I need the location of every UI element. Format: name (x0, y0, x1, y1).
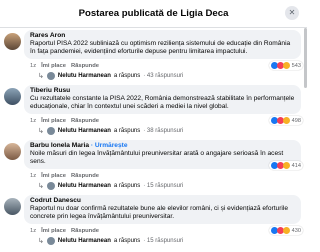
dialog-title: Postarea publicată de Ligia Deca (78, 8, 229, 19)
comment-bubble: Tiberiu Rusu Cu rezultatele constante la… (24, 85, 301, 115)
reply-arrow-icon: ↳ (38, 73, 44, 80)
reply-author[interactable]: Nelutu Harmanean (58, 128, 111, 134)
like-button[interactable]: Îmi place (41, 63, 66, 69)
reply-arrow-icon: ↳ (38, 128, 44, 135)
avatar (46, 72, 55, 80)
comment-author[interactable]: Tiberiu Rusu (30, 87, 295, 95)
haha-reaction-icon (282, 62, 290, 69)
dialog-header: Postarea publicată de Ligia Deca ✕ (0, 0, 307, 28)
avatar[interactable] (4, 33, 21, 50)
comment-time[interactable]: 1z (30, 173, 36, 179)
comment-time[interactable]: 1z (30, 118, 36, 124)
comment-item: Tiberiu Rusu Cu rezultatele constante la… (0, 83, 307, 138)
reply-label: a răspuns (113, 128, 141, 134)
reply-count: · 43 răspunsuri (143, 73, 184, 79)
reply-count: · 15 răspunsuri (143, 238, 184, 244)
reaction-count[interactable]: 543 (268, 61, 303, 70)
comment-actions: 1z Îmi place Răspunde (30, 63, 99, 69)
reply-author[interactable]: Nelutu Harmanean (58, 73, 111, 79)
reply-button[interactable]: Răspunde (71, 63, 99, 69)
comment-text: Cu rezultatele constante la PISA 2022, R… (30, 95, 295, 111)
comment-author-line: Barbu Ionela Maria · Urmărește (30, 142, 295, 150)
replies-link[interactable]: ↳ Nelutu Harmanean a răspuns · 15 răspun… (38, 237, 183, 245)
comment-text: Raportul PISA 2022 subliniază cu optimis… (30, 40, 291, 56)
reply-button[interactable]: Răspunde (71, 228, 99, 234)
avatar[interactable] (4, 198, 21, 215)
comment-item: Codrut Danescu Raportul nu doar confirmă… (0, 193, 307, 248)
avatar[interactable] (4, 143, 21, 160)
comment-author[interactable]: Codrut Danescu (30, 197, 295, 205)
reply-label: a răspuns (113, 73, 141, 79)
reply-count: · 15 răspunsuri (143, 183, 184, 189)
replies-link[interactable]: ↳ Nelutu Harmanean a răspuns · 38 răspun… (38, 127, 183, 135)
comment-author[interactable]: Barbu Ionela Maria (30, 142, 89, 149)
reply-count: · 38 răspunsuri (143, 128, 184, 134)
comment-item: Rares Aron Raportul PISA 2022 subliniază… (0, 28, 307, 83)
avatar (46, 182, 55, 190)
reply-button[interactable]: Răspunde (71, 118, 99, 124)
avatar[interactable] (4, 88, 21, 105)
reply-arrow-icon: ↳ (38, 183, 44, 190)
follow-button[interactable]: · Urmărește (91, 142, 128, 149)
like-button[interactable]: Îmi place (41, 173, 66, 179)
replies-link[interactable]: ↳ Nelutu Harmanean a răspuns · 15 răspun… (38, 182, 183, 190)
comment-time[interactable]: 1z (30, 228, 36, 234)
reaction-number: 430 (291, 227, 301, 234)
like-button[interactable]: Îmi place (41, 228, 66, 234)
comment-actions: 1z Îmi place Răspunde (30, 173, 99, 179)
reaction-number: 498 (291, 117, 301, 124)
like-button[interactable]: Îmi place (41, 118, 66, 124)
reply-button[interactable]: Răspunde (71, 173, 99, 179)
comment-bubble: Codrut Danescu Raportul nu doar confirmă… (24, 195, 301, 225)
reaction-number: 543 (291, 62, 301, 69)
reply-label: a răspuns (113, 183, 141, 189)
haha-reaction-icon (282, 117, 290, 124)
comment-time[interactable]: 1z (30, 63, 36, 69)
haha-reaction-icon (282, 227, 290, 234)
reaction-number: 414 (291, 162, 301, 169)
comment-text: Raportul nu doar confirmă rezultatele bu… (30, 205, 289, 221)
reply-arrow-icon: ↳ (38, 238, 44, 245)
close-icon[interactable]: ✕ (285, 6, 299, 20)
comment-bubble: Barbu Ionela Maria · Urmărește Noile măs… (24, 140, 301, 170)
avatar (46, 237, 55, 245)
avatar (46, 127, 55, 135)
haha-reaction-icon (282, 162, 290, 169)
comment-text: Noile măsuri din legea învățământului pr… (30, 150, 284, 166)
comment-bubble: Rares Aron Raportul PISA 2022 subliniază… (24, 30, 301, 60)
reply-label: a răspuns (113, 238, 141, 244)
replies-link[interactable]: ↳ Nelutu Harmanean a răspuns · 43 răspun… (38, 72, 183, 80)
reaction-count[interactable]: 498 (268, 116, 303, 125)
reply-author[interactable]: Nelutu Harmanean (58, 238, 111, 244)
comment-author[interactable]: Rares Aron (30, 32, 295, 40)
comment-item: Barbu Ionela Maria · Urmărește Noile măs… (0, 138, 307, 193)
reply-author[interactable]: Nelutu Harmanean (58, 183, 111, 189)
reaction-count[interactable]: 414 (268, 161, 303, 170)
comment-actions: 1z Îmi place Răspunde (30, 118, 99, 124)
comment-actions: 1z Îmi place Răspunde (30, 228, 99, 234)
reaction-count[interactable]: 430 (268, 226, 303, 235)
